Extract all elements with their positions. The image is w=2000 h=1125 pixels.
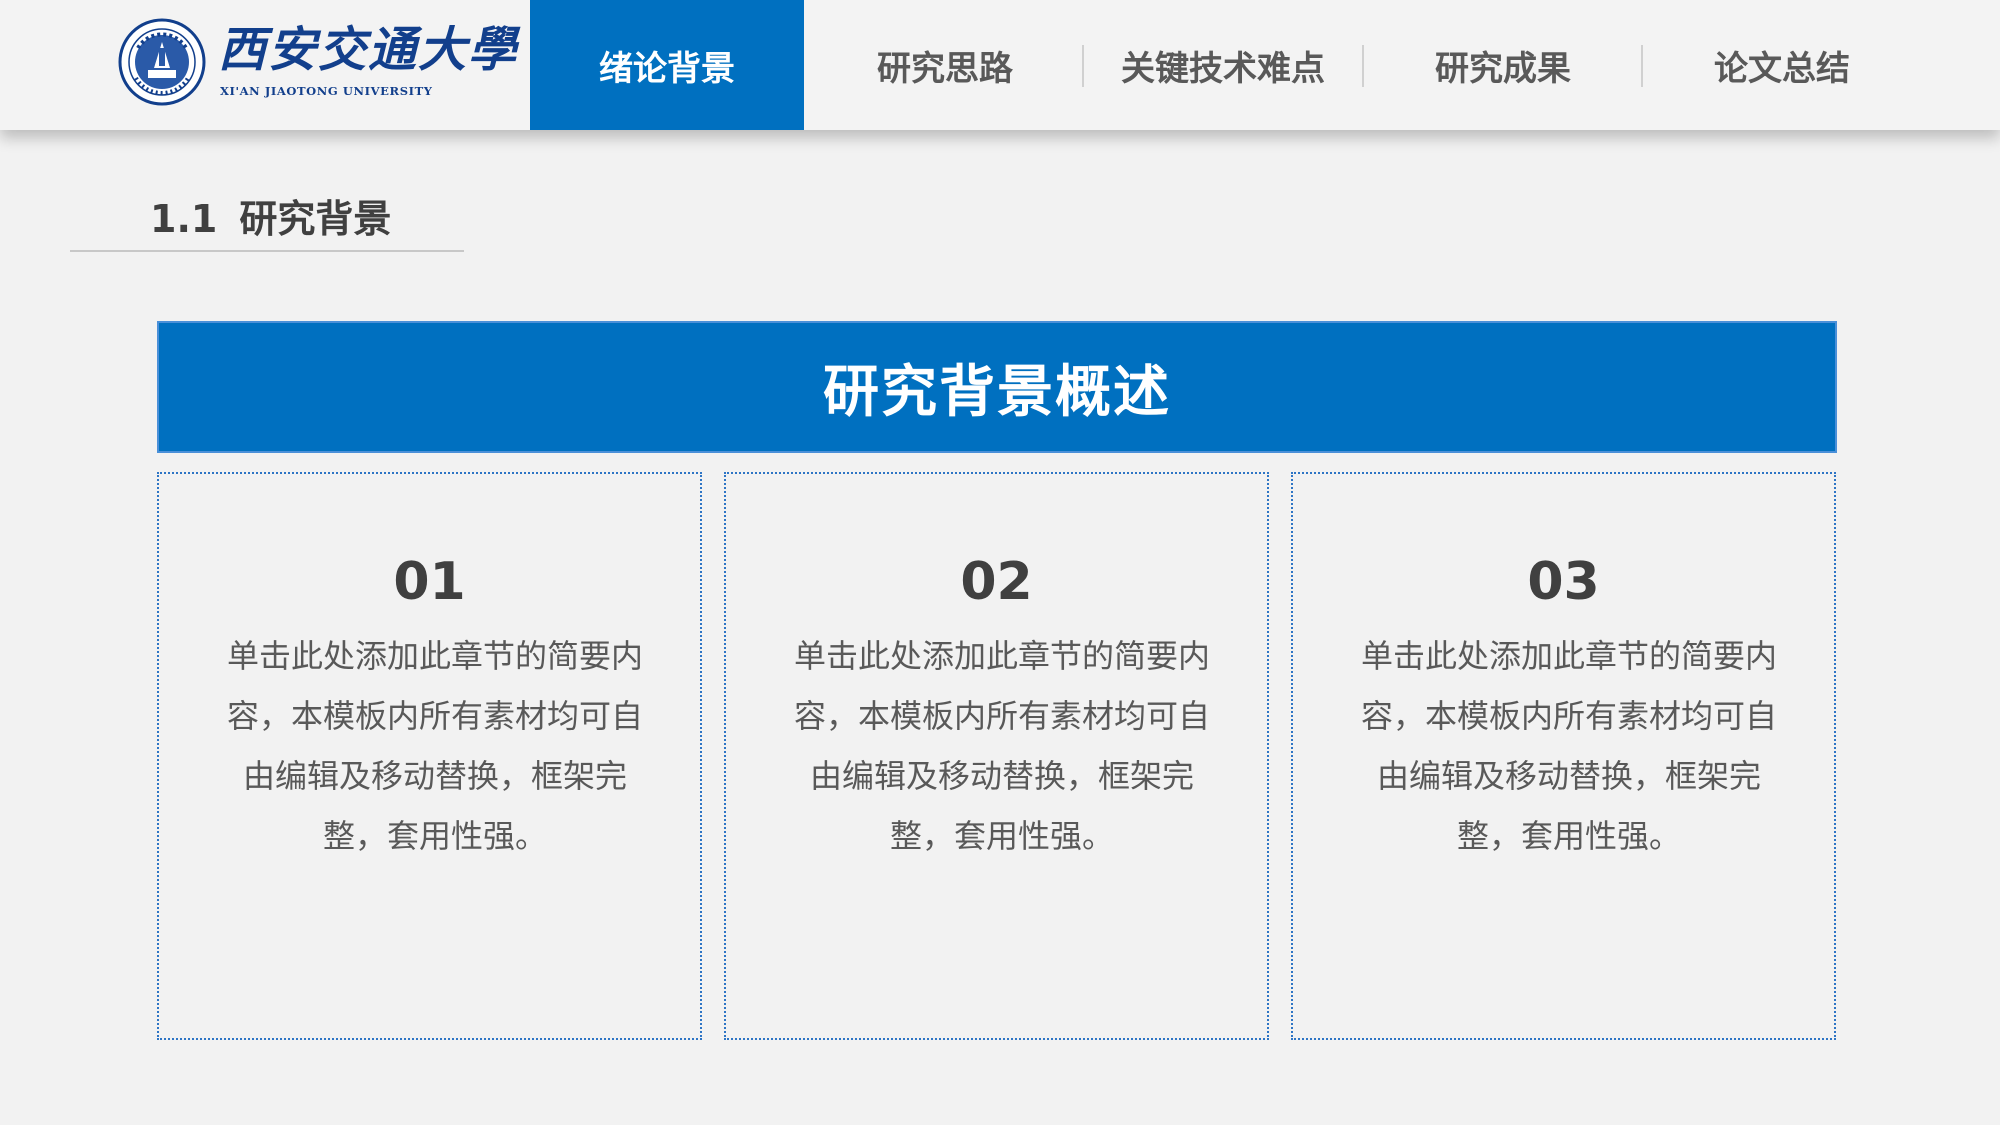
tab-key-technical-difficulties[interactable]: 关键技术难点 bbox=[1086, 0, 1360, 130]
university-logo[interactable]: 西安交通大學 XI'AN JIAOTONG UNIVERSITY bbox=[118, 16, 519, 108]
section-title: 1.1 研究背景 bbox=[150, 188, 391, 243]
content-card-2[interactable]: 02 单击此处添加此章节的简要内容，本模板内所有素材均可自由编辑及移动替换，框架… bbox=[724, 472, 1269, 1040]
overview-banner[interactable]: 研究背景概述 bbox=[157, 321, 1837, 453]
tab-thesis-summary[interactable]: 论文总结 bbox=[1645, 0, 1919, 130]
tab-research-approach[interactable]: 研究思路 bbox=[808, 0, 1082, 130]
nav-divider bbox=[1082, 45, 1084, 87]
top-header: 西安交通大學 XI'AN JIAOTONG UNIVERSITY 绪论背景 研究… bbox=[0, 0, 2000, 130]
content-card-1[interactable]: 01 单击此处添加此章节的简要内容，本模板内所有素材均可自由编辑及移动替换，框架… bbox=[157, 472, 702, 1040]
card-number: 03 bbox=[1527, 552, 1600, 612]
card-body-text[interactable]: 单击此处添加此章节的简要内容，本模板内所有素材均可自由编辑及移动替换，框架完整，… bbox=[782, 626, 1222, 866]
section-underline bbox=[70, 250, 464, 252]
section-number: 1.1 bbox=[150, 197, 218, 241]
card-body-text[interactable]: 单击此处添加此章节的简要内容，本模板内所有素材均可自由编辑及移动替换，框架完整，… bbox=[215, 626, 655, 866]
main-nav: 绪论背景 研究思路 关键技术难点 研究成果 论文总结 bbox=[530, 0, 1930, 130]
tab-research-results[interactable]: 研究成果 bbox=[1366, 0, 1640, 130]
logo-english-name: XI'AN JIAOTONG UNIVERSITY bbox=[220, 84, 433, 98]
card-number: 02 bbox=[960, 552, 1033, 612]
card-body-text[interactable]: 单击此处添加此章节的简要内容，本模板内所有素材均可自由编辑及移动替换，框架完整，… bbox=[1349, 626, 1789, 866]
nav-divider bbox=[1641, 45, 1643, 87]
university-seal-icon bbox=[118, 18, 206, 106]
nav-divider bbox=[1362, 45, 1364, 87]
tab-introduction-background[interactable]: 绪论背景 bbox=[530, 0, 804, 130]
section-title-text: 研究背景 bbox=[239, 197, 392, 241]
card-number: 01 bbox=[393, 552, 466, 612]
content-card-3[interactable]: 03 单击此处添加此章节的简要内容，本模板内所有素材均可自由编辑及移动替换，框架… bbox=[1291, 472, 1836, 1040]
logo-chinese-name: 西安交通大學 bbox=[218, 22, 519, 78]
